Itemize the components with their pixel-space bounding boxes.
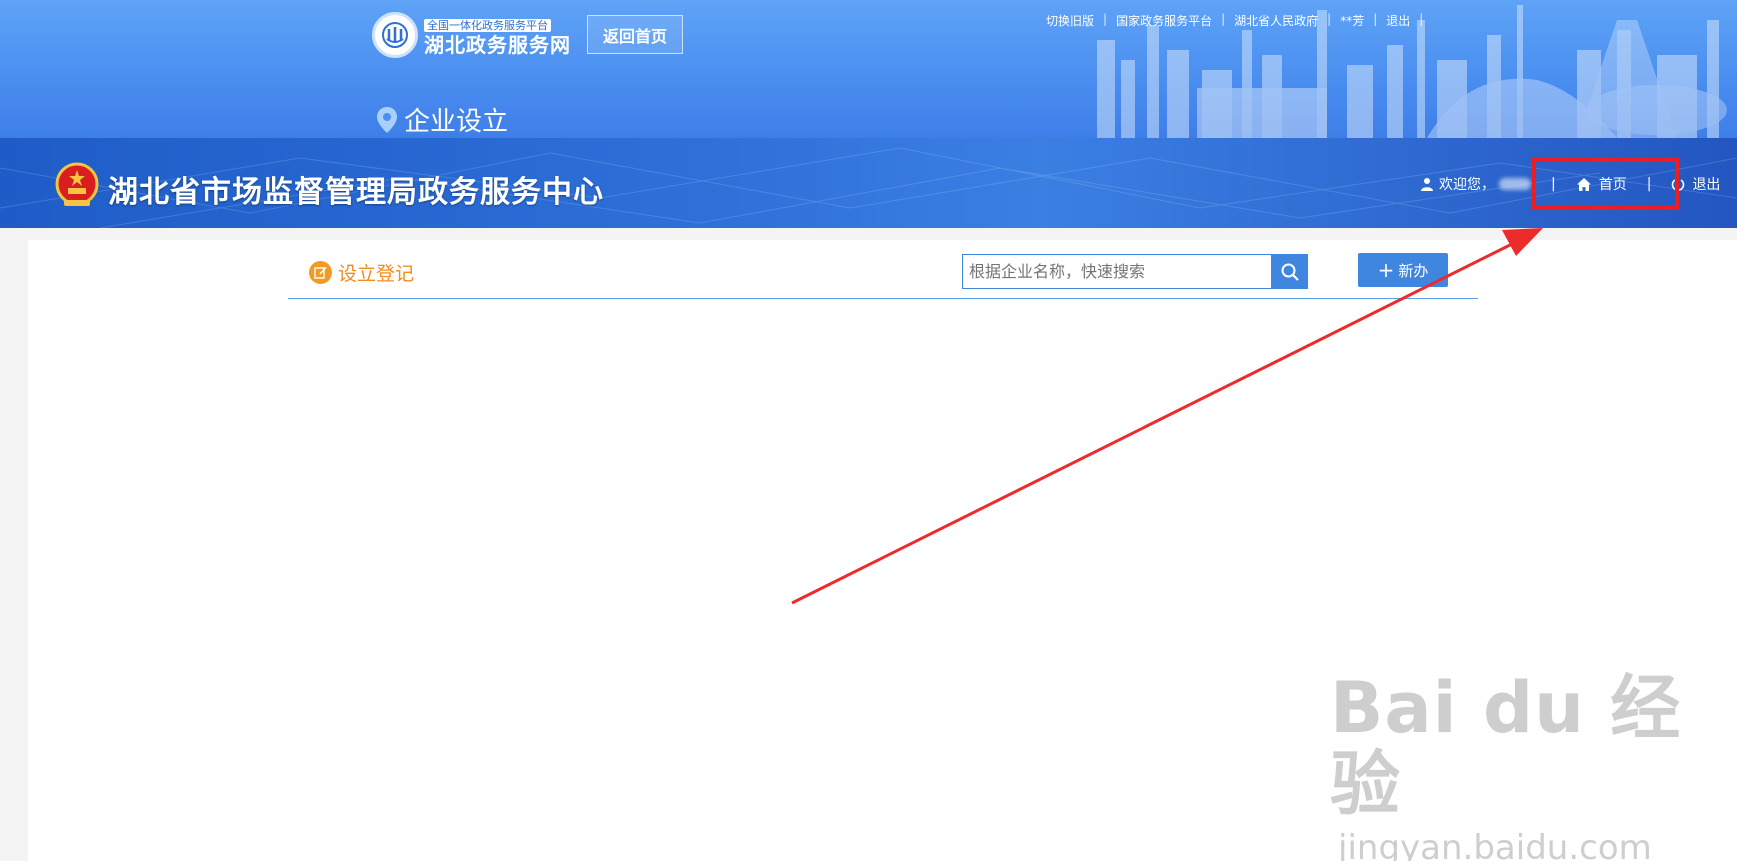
link-provincial-government[interactable]: 湖北省人民政府 (1234, 12, 1318, 29)
blurred-username (1499, 178, 1531, 190)
edit-icon (309, 261, 332, 284)
national-emblem-icon (55, 162, 99, 206)
bureau-title: 湖北省市场监督管理局政务服务中心 (108, 175, 604, 210)
logo-name: 湖北政务服务网 (424, 32, 571, 57)
highlight-box (1532, 158, 1679, 210)
portal-header: 全国一体化政务服务平台 湖北政务服务网 返回首页 切换旧版 | 国家政务服务平台… (0, 0, 1737, 138)
company-search-input[interactable] (962, 254, 1272, 289)
welcome-text: 欢迎您， (1439, 177, 1495, 193)
link-logout-top[interactable]: 退出 (1386, 12, 1410, 29)
app-root: 全国一体化政务服务平台 湖北政务服务网 返回首页 切换旧版 | 国家政务服务平台… (0, 0, 1737, 861)
register-heading: 设立登记 (309, 259, 414, 286)
new-label: 新办 (1398, 261, 1429, 280)
search-button[interactable] (1271, 254, 1308, 289)
bureau-banner: 湖北省市场监督管理局政务服务中心 欢迎您， | 首页 | 退出 (0, 138, 1737, 228)
link-separator: | (1103, 12, 1108, 26)
portal-logo[interactable]: 全国一体化政务服务平台 湖北政务服务网 (372, 12, 572, 58)
logo-tagline: 全国一体化政务服务平台 (424, 18, 551, 32)
section-heading: 企业设立 (376, 101, 508, 138)
logout-label: 退出 (1692, 177, 1721, 193)
register-title: 设立登记 (338, 263, 415, 285)
portal-emblem-icon (372, 12, 418, 58)
plus-icon: + (1377, 258, 1395, 282)
header-divider (288, 298, 1478, 299)
back-home-button[interactable]: 返回首页 (587, 15, 683, 54)
link-separator: | (1221, 12, 1226, 26)
link-national-platform[interactable]: 国家政务服务平台 (1116, 12, 1212, 29)
location-pin-icon (377, 106, 397, 133)
link-separator: | (1327, 12, 1332, 26)
new-application-button[interactable]: + 新办 (1358, 253, 1448, 287)
link-user-name[interactable]: **芳 (1340, 12, 1364, 29)
watermark-brand: Bai du 经验 (1330, 667, 1682, 825)
search-icon (1281, 263, 1299, 281)
user-icon (1421, 178, 1433, 191)
baidu-watermark: Bai du 经验 jingyan.baidu.com (1330, 670, 1737, 861)
link-switch-old[interactable]: 切换旧版 (1046, 12, 1094, 29)
section-title: 企业设立 (404, 107, 509, 137)
watermark-url: jingyan.baidu.com (1338, 828, 1652, 861)
top-links: 切换旧版 | 国家政务服务平台 | 湖北省人民政府 | **芳 | 退出 | (1046, 12, 1432, 29)
link-separator: | (1419, 12, 1424, 26)
link-separator: | (1373, 12, 1378, 26)
